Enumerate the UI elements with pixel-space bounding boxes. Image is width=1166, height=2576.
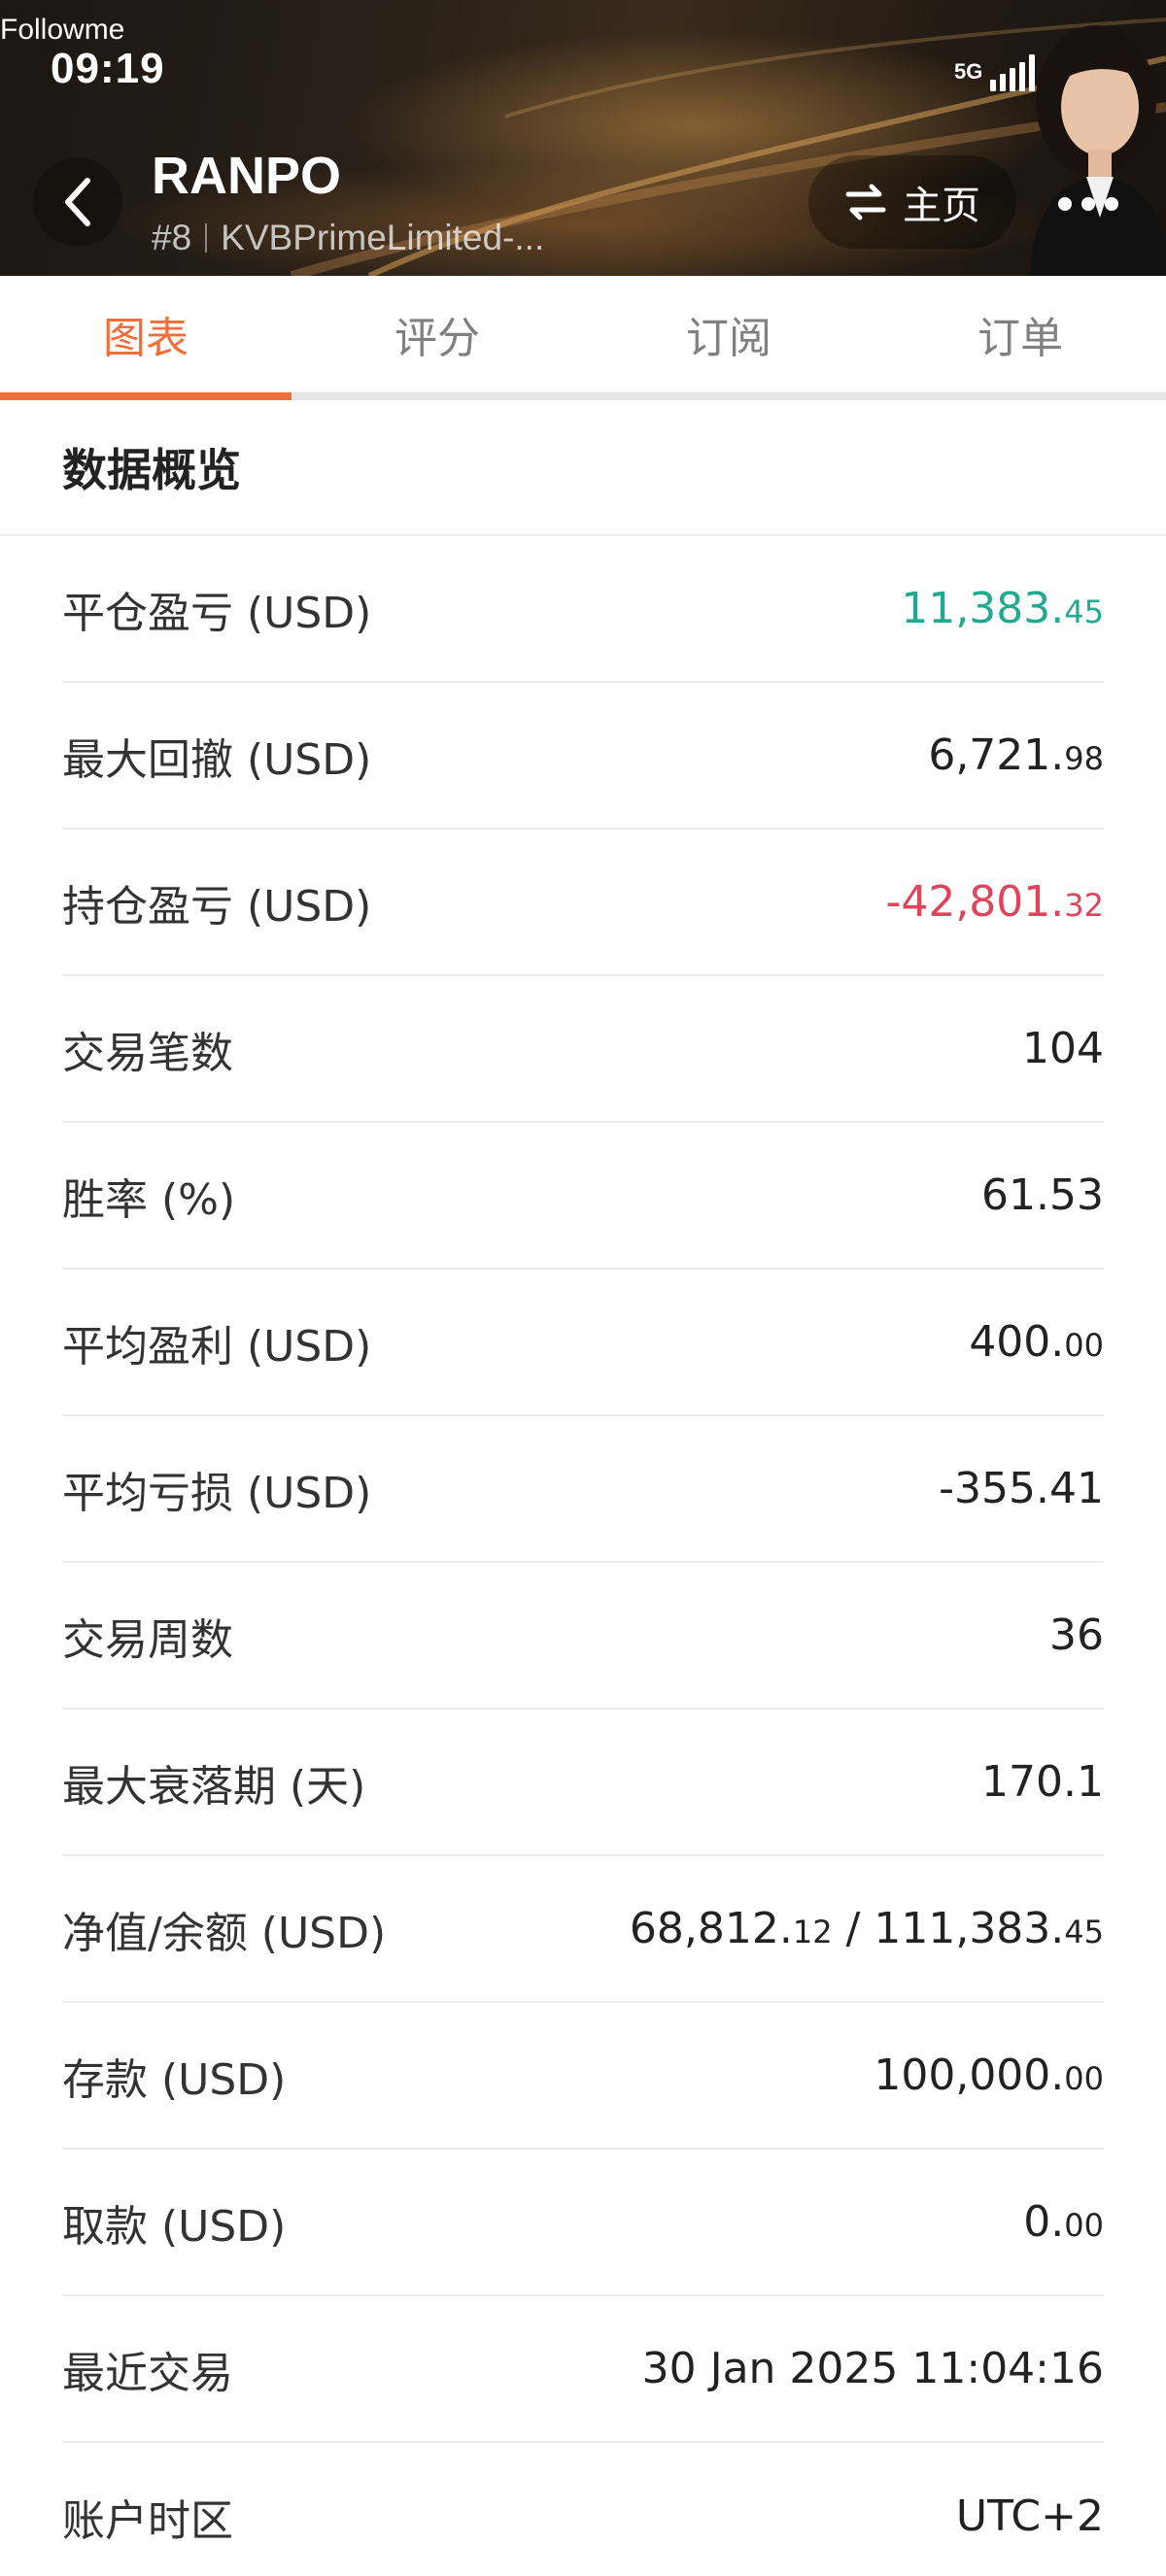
tab-subscribe[interactable]: 订阅 [583, 276, 874, 392]
row-label: 平均亏损 (USD) [62, 1468, 372, 1518]
row-label: 账户时区 [62, 2495, 233, 2546]
list-item: 最大衰落期 (天) 170.1 [62, 1710, 1104, 1856]
chevron-left-icon [65, 178, 90, 226]
row-label: 存款 (USD) [62, 2054, 287, 2105]
more-dot-icon [1058, 197, 1072, 211]
tab-rating[interactable]: 评分 [292, 276, 583, 392]
deposit-value: 100,000.00 [874, 2051, 1104, 2100]
account-timezone-value: UTC+2 [955, 2491, 1104, 2541]
home-label: 主页 [903, 184, 980, 228]
trader-name: RANPO [152, 147, 342, 205]
last-trade-value: 30 Jan 2025 11:04:16 [641, 2344, 1104, 2393]
trader-rank: #8 [152, 218, 192, 257]
row-label: 最近交易 [62, 2348, 233, 2398]
row-label: 最大回撤 (USD) [62, 734, 372, 785]
tab-bar: 图表 评分 订阅 订单 [0, 276, 1166, 400]
list-item: 平仓盈亏 (USD) 11,383.45 [62, 536, 1104, 683]
list-item: 交易笔数 104 [62, 976, 1104, 1123]
section-title: 数据概览 [0, 400, 1166, 536]
back-button[interactable] [33, 157, 122, 247]
more-dot-icon [1105, 197, 1118, 211]
closed-pnl-value: 11,383.45 [901, 584, 1104, 633]
list-item: 最近交易 30 Jan 2025 11:04:16 [62, 2296, 1104, 2443]
trader-avatar-image [1011, 14, 1166, 276]
list-item: 持仓盈亏 (USD) -42,801.32 [62, 830, 1104, 976]
trader-subtitle: #8 KVBPrimeLimited-... [152, 218, 544, 258]
row-label: 交易笔数 [62, 1028, 233, 1078]
trade-count-value: 104 [1022, 1024, 1104, 1073]
subtitle-divider [205, 223, 208, 253]
list-item: 交易周数 36 [62, 1563, 1104, 1710]
list-item: 取款 (USD) 0.00 [62, 2150, 1104, 2296]
avg-loss-value: -355.41 [939, 1464, 1104, 1513]
max-drawdown-period-value: 170.1 [981, 1757, 1104, 1807]
list-item: 存款 (USD) 100,000.00 [62, 2003, 1104, 2150]
avg-profit-value: 400.00 [969, 1317, 1104, 1367]
broker-name: KVBPrimeLimited-... [221, 218, 545, 257]
row-label: 取款 (USD) [62, 2201, 287, 2252]
trading-weeks-value: 36 [1049, 1610, 1104, 1660]
list-item: 胜率 (%) 61.53 [62, 1123, 1104, 1270]
withdrawal-value: 0.00 [1023, 2197, 1104, 2247]
max-drawdown-value: 6,721.98 [928, 730, 1104, 780]
row-label: 胜率 (%) [62, 1174, 236, 1225]
network-type: 5G [954, 59, 983, 84]
swap-arrows-icon [845, 184, 886, 220]
row-label: 持仓盈亏 (USD) [62, 881, 372, 932]
switch-home-button[interactable]: 主页 [808, 155, 1016, 249]
win-rate-value: 61.53 [981, 1170, 1104, 1220]
more-options-button[interactable] [1049, 185, 1127, 223]
list-item: 净值/余额 (USD) 68,812.12 / 111,383.45 [62, 1856, 1104, 2003]
equity-balance-value: 68,812.12 / 111,383.45 [629, 1904, 1104, 1953]
list-item: 平均亏损 (USD) -355.41 [62, 1416, 1104, 1563]
profile-header: Followme 09:19 5G 58 RANPO #8 KVBPrimeLi… [0, 0, 1166, 276]
list-item: 账户时区 UTC+2 [62, 2443, 1104, 2576]
row-label: 最大衰落期 (天) [62, 1761, 366, 1812]
row-label: 平均盈利 (USD) [62, 1321, 372, 1372]
more-dot-icon [1081, 197, 1095, 211]
list-item: 最大回撤 (USD) 6,721.98 [62, 683, 1104, 830]
row-label: 平仓盈亏 (USD) [62, 588, 372, 638]
overview-list: 平仓盈亏 (USD) 11,383.45 最大回撤 (USD) 6,721.98… [0, 536, 1166, 2576]
list-item: 平均盈利 (USD) 400.00 [62, 1270, 1104, 1416]
status-app-label: Followme [0, 14, 125, 46]
tab-chart[interactable]: 图表 [0, 276, 292, 400]
open-pnl-value: -42,801.32 [885, 877, 1104, 927]
row-label: 交易周数 [62, 1614, 233, 1665]
status-clock: 09:19 [51, 45, 165, 92]
row-label: 净值/余额 (USD) [62, 1908, 387, 1958]
tab-orders[interactable]: 订单 [874, 276, 1166, 392]
